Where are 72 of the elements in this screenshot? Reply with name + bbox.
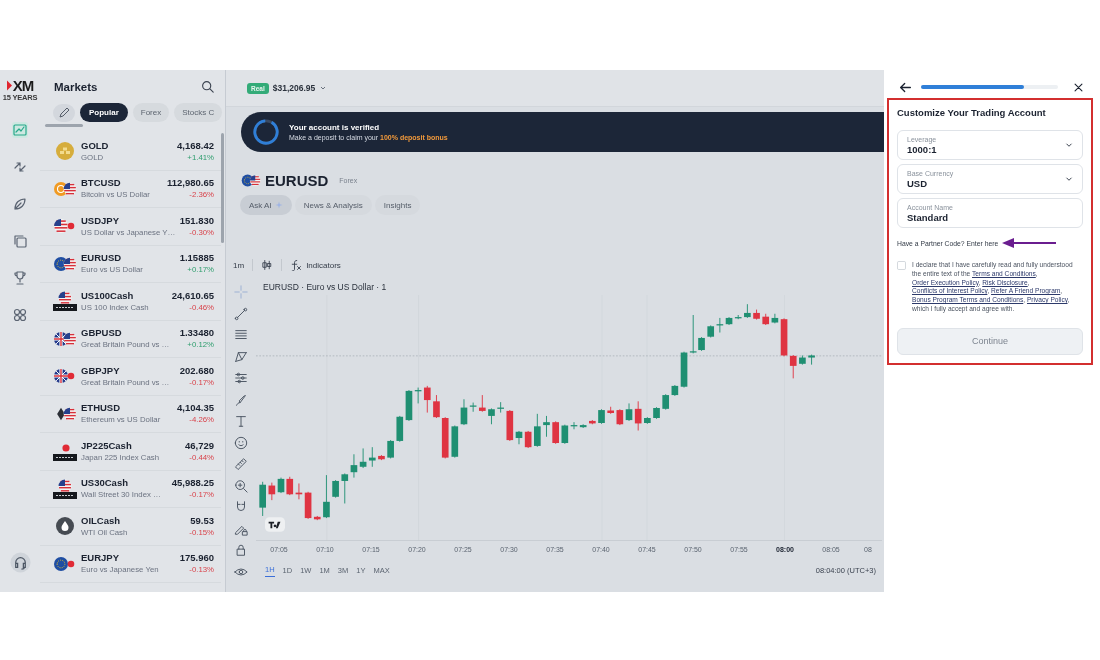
market-price: 1.33480 xyxy=(179,327,214,340)
market-price: 1.15885 xyxy=(179,252,214,265)
market-symbol: BTCUSD xyxy=(81,177,122,190)
scrollbar[interactable] xyxy=(221,133,224,243)
smiley-icon[interactable] xyxy=(234,435,248,450)
market-price: 4,168.42 xyxy=(177,139,214,152)
flag-badge-icon xyxy=(52,478,78,499)
headset-icon[interactable] xyxy=(9,552,31,573)
candles-icon[interactable] xyxy=(261,259,274,271)
progress-ring-icon xyxy=(252,118,280,146)
caret-icon[interactable] xyxy=(319,84,328,92)
market-symbol: GBPJPY xyxy=(81,364,121,377)
search-icon[interactable] xyxy=(201,80,214,93)
sparkle-icon xyxy=(274,201,283,209)
instrument-symbol: EURUSD xyxy=(265,171,329,189)
trend-line-icon[interactable] xyxy=(234,306,248,321)
zoom-in-icon[interactable] xyxy=(234,478,248,493)
close-icon[interactable] xyxy=(1073,81,1084,93)
market-price: 112,980.65 xyxy=(166,177,214,190)
market-symbol: US30Cash xyxy=(81,477,129,490)
scrollbar[interactable] xyxy=(45,124,83,127)
market-symbol: GBPUSD xyxy=(81,327,123,340)
market-price: 4,104.35 xyxy=(177,402,214,415)
market-symbol: OILCash xyxy=(81,514,122,527)
back-icon[interactable] xyxy=(899,80,912,94)
flag-badge-icon xyxy=(52,291,78,312)
grid-icon[interactable] xyxy=(12,307,28,323)
trophy-icon[interactable] xyxy=(12,270,28,286)
interval-button[interactable]: 1m xyxy=(233,260,245,270)
market-price: 151.830 xyxy=(179,214,214,227)
horizontal-lines-icon[interactable] xyxy=(234,328,248,342)
instrument-tab[interactable]: News & Analysis xyxy=(294,195,372,215)
pointer-arrow-icon xyxy=(1002,238,1057,248)
market-price: 45,988.25 xyxy=(171,477,214,490)
pencil-icon[interactable] xyxy=(53,103,75,122)
market-tab[interactable]: Forex xyxy=(132,103,170,122)
account-balance[interactable]: $31,206.95 xyxy=(272,83,316,93)
sliders-icon[interactable] xyxy=(234,371,248,385)
logo-mark-icon xyxy=(6,80,12,91)
market-price: 46,729 xyxy=(184,439,214,452)
magnet-icon[interactable] xyxy=(234,500,248,514)
market-symbol: EURUSD xyxy=(81,252,123,265)
banner-title: Your account is verified xyxy=(289,123,381,132)
market-symbol: USDJPY xyxy=(81,214,120,227)
instrument-tab[interactable]: Insights xyxy=(374,195,421,215)
market-symbol: GOLD xyxy=(81,139,110,152)
market-symbol: EURJPY xyxy=(81,552,120,565)
market-tab[interactable]: Popular xyxy=(80,103,128,122)
market-symbol: JP225Cash xyxy=(81,439,133,452)
ruler-icon[interactable] xyxy=(234,457,248,471)
logo-text: XM xyxy=(12,78,34,93)
market-price: 202.680 xyxy=(179,364,214,377)
function-icon xyxy=(290,259,303,271)
market-symbol: ETHUSD xyxy=(81,402,122,415)
flag-badge-icon xyxy=(52,441,78,462)
zigzag-pattern-icon[interactable] xyxy=(234,349,248,364)
instrument-tab[interactable]: Ask AI xyxy=(240,195,292,215)
swap-arrows-icon[interactable] xyxy=(12,159,28,175)
form-title: Customize Your Trading Account xyxy=(897,107,1047,118)
checkbox[interactable] xyxy=(897,261,906,270)
market-price: 24,610.65 xyxy=(171,289,214,302)
market-price: 175.960 xyxy=(179,552,214,565)
panel-title: Markets xyxy=(54,80,98,93)
indicators-button[interactable]: Indicators xyxy=(290,259,341,271)
brush-icon[interactable] xyxy=(234,392,248,407)
market-symbol: US100Cash xyxy=(81,289,135,302)
market-tab[interactable]: Stocks C xyxy=(174,103,223,122)
text-tool-icon[interactable] xyxy=(234,414,248,428)
lock-icon[interactable] xyxy=(234,543,248,557)
market-price: 59.53 xyxy=(189,514,214,527)
leaf-icon[interactable] xyxy=(12,196,28,212)
chart-title: EURUSD · Euro vs US Dollar · 1 xyxy=(263,282,387,292)
